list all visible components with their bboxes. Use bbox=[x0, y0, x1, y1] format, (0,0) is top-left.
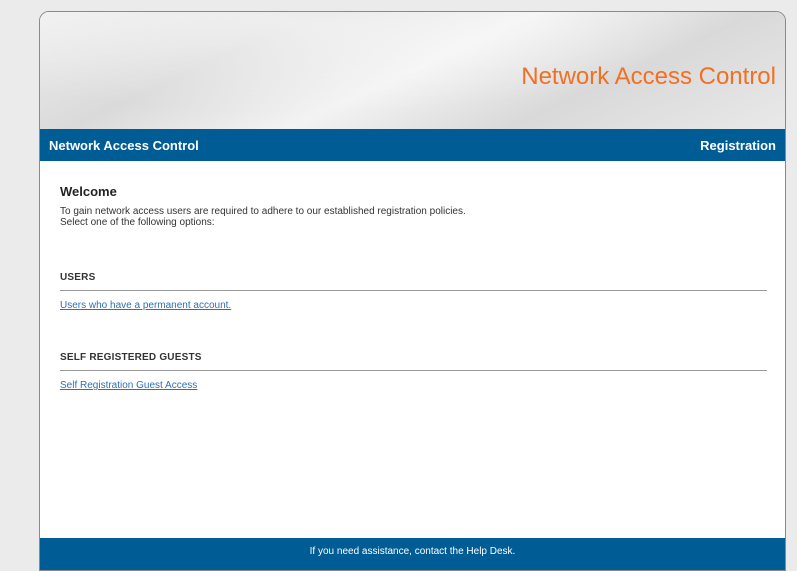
help-desk-text: If you need assistance, contact the Help… bbox=[309, 546, 516, 557]
banner-title: Network Access Control bbox=[521, 63, 776, 90]
intro-text: To gain network access users are require… bbox=[60, 206, 466, 228]
guests-section-heading: SELF REGISTERED GUESTS bbox=[60, 352, 767, 371]
header-banner: Network Access Control bbox=[40, 12, 785, 129]
permanent-account-link[interactable]: Users who have a permanent account. bbox=[60, 300, 231, 311]
intro-line: To gain network access users are require… bbox=[60, 206, 466, 217]
help-footer: If you need assistance, contact the Help… bbox=[40, 538, 785, 570]
title-bar: Network Access Control Registration bbox=[40, 129, 785, 161]
registration-panel: Network Access Control Network Access Co… bbox=[39, 11, 786, 571]
users-section-heading: USERS bbox=[60, 272, 767, 291]
page-section-name: Registration bbox=[700, 138, 776, 153]
app-name: Network Access Control bbox=[49, 138, 199, 153]
welcome-heading: Welcome bbox=[60, 184, 117, 199]
intro-line: Select one of the following options: bbox=[60, 217, 215, 228]
guest-registration-link[interactable]: Self Registration Guest Access bbox=[60, 380, 197, 391]
